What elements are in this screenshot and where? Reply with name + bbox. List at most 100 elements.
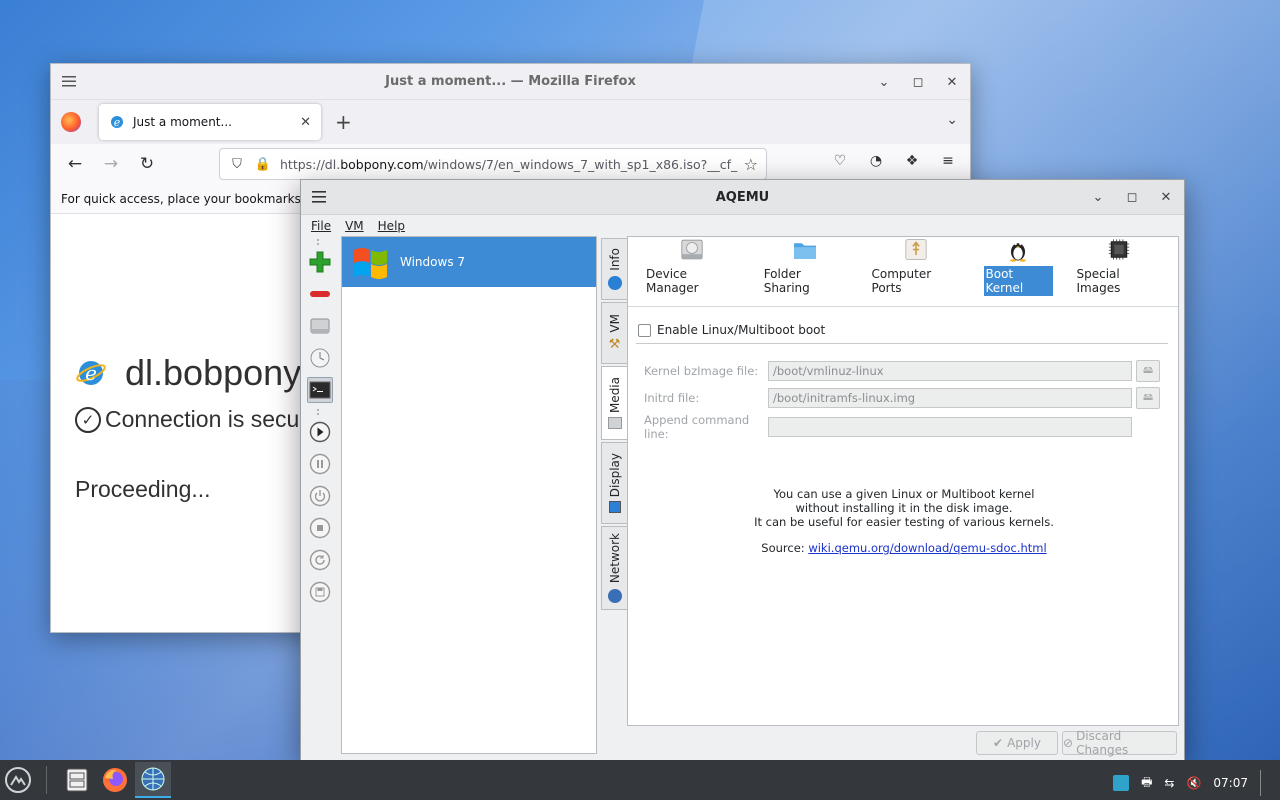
list-tabs-chevron-icon[interactable]: ⌄ (946, 112, 958, 128)
browser-tab[interactable]: e Just a moment... ✕ (99, 104, 321, 140)
tab-media[interactable]: Media (601, 366, 628, 440)
taskbar-aqemu[interactable] (135, 762, 171, 798)
snapshot-button[interactable] (307, 345, 333, 371)
vm-settings-button[interactable] (307, 313, 333, 339)
account-icon[interactable]: ◔ (865, 150, 887, 172)
bookmark-star-icon[interactable]: ☆ (744, 155, 758, 174)
menu-vm[interactable]: VM (345, 219, 364, 233)
discard-changes-button[interactable]: ⊘ Discard Changes (1062, 729, 1177, 757)
tab-display[interactable]: Display (601, 442, 627, 524)
start-vm-button[interactable] (307, 419, 333, 445)
list-item[interactable]: Windows 7 (342, 237, 596, 287)
vm-list[interactable]: Windows 7 (341, 236, 597, 754)
vm-toolbar (305, 237, 335, 611)
back-icon[interactable]: ← (61, 150, 89, 178)
power-icon (309, 485, 331, 507)
menu-help[interactable]: Help (378, 219, 405, 233)
tab-info[interactable]: Info (601, 238, 627, 300)
category-device-manager[interactable]: Device Manager (636, 237, 748, 306)
firefox-view-icon[interactable] (61, 112, 81, 132)
menu-file[interactable]: File (311, 219, 331, 233)
forward-icon[interactable]: → (97, 150, 125, 178)
kernel-path-input[interactable]: /boot/vmlinuz-linux (768, 361, 1132, 381)
chip-icon (1109, 239, 1130, 260)
tab-label: Info (607, 247, 622, 271)
tools-icon: ⚒ (608, 336, 621, 352)
tab-vm[interactable]: VM ⚒ (601, 302, 627, 364)
usb-icon (904, 238, 927, 261)
window-title: AQEMU (715, 189, 770, 205)
tab-network[interactable]: Network (601, 526, 627, 610)
tux-penguin-icon (1010, 242, 1026, 262)
minimize-icon[interactable]: ⌄ (874, 72, 894, 92)
enable-multiboot-checkbox[interactable] (638, 323, 651, 337)
pause-vm-button[interactable] (307, 451, 333, 477)
close-icon[interactable]: ✕ (1156, 187, 1176, 207)
reload-icon[interactable]: ↻ (133, 150, 161, 178)
svg-text:e: e (85, 361, 97, 385)
app-menu-icon[interactable]: ≡ (937, 150, 959, 172)
maximize-icon[interactable]: ◻ (1122, 187, 1142, 207)
show-desktop-button[interactable] (1260, 770, 1270, 796)
close-icon[interactable]: ✕ (942, 72, 962, 92)
taskbar-firefox[interactable] (97, 762, 133, 798)
shield-icon[interactable]: ⛉ (228, 157, 246, 172)
apply-button[interactable]: ✔ Apply (976, 731, 1058, 755)
stop-vm-button[interactable] (307, 515, 333, 541)
url-text[interactable]: https://dl.bobpony.com/windows/7/en_wind… (280, 157, 738, 172)
system-tray: 🖶 ⇆ 🔇 07:07 (1113, 770, 1270, 796)
maximize-icon[interactable]: ◻ (908, 72, 928, 92)
new-tab-icon[interactable]: + (335, 110, 352, 134)
reset-vm-button[interactable] (307, 547, 333, 573)
taskbar-separator (46, 766, 47, 794)
window-menu-icon[interactable] (61, 73, 77, 89)
application-launcher-button[interactable] (0, 762, 36, 798)
aqemu-window: AQEMU ⌄ ◻ ✕ File VM Help Windows 7 Info … (300, 179, 1185, 761)
toolbar-grip[interactable] (317, 239, 321, 245)
vm-name: Windows 7 (400, 255, 466, 269)
kernel-browse-button[interactable]: 🖴 (1136, 360, 1160, 382)
lock-icon[interactable]: 🔒 (254, 157, 272, 172)
category-computer-ports[interactable]: Computer Ports (862, 237, 970, 306)
boot-kernel-panel: Device Manager Folder Sharing Computer P… (627, 236, 1179, 726)
category-folder-sharing[interactable]: Folder Sharing (754, 237, 856, 306)
enable-multiboot-row: Enable Linux/Multiboot boot (638, 323, 825, 337)
extensions-icon[interactable]: ❖ (901, 150, 923, 172)
enable-multiboot-label[interactable]: Enable Linux/Multiboot boot (657, 323, 825, 337)
minimize-icon[interactable]: ⌄ (1088, 187, 1108, 207)
source-label: Source: (761, 541, 805, 555)
terminal-button[interactable] (307, 377, 333, 403)
save-vm-button[interactable] (307, 579, 333, 605)
harddisk-icon (681, 239, 703, 260)
tab-close-icon[interactable]: ✕ (300, 115, 311, 130)
clock-icon (310, 348, 330, 368)
vpn-icon[interactable] (1113, 775, 1130, 791)
clock[interactable]: 07:07 (1213, 776, 1248, 790)
remove-vm-button[interactable] (307, 281, 333, 307)
initrd-browse-button[interactable]: 🖴 (1136, 387, 1160, 409)
category-label: Boot Kernel (983, 266, 1053, 296)
network-icon[interactable]: ⇆ (1164, 776, 1174, 790)
info-line: It can be useful for easier testing of v… (754, 515, 1054, 529)
source-link[interactable]: wiki.qemu.org/download/qemu-sdoc.html (808, 541, 1046, 555)
category-boot-kernel[interactable]: Boot Kernel (976, 237, 1061, 306)
discard-label: Discard Changes (1076, 729, 1129, 757)
toolbar-grip[interactable] (317, 409, 321, 415)
initrd-path-input[interactable]: /boot/initramfs-linux.img (768, 388, 1132, 408)
append-cmdline-input[interactable] (768, 417, 1132, 437)
source-line: Source: wiki.qemu.org/download/qemu-sdoc… (628, 541, 1180, 555)
reset-icon (309, 549, 331, 571)
pocket-icon[interactable]: ♡ (829, 150, 851, 172)
network-globe-icon (607, 589, 622, 604)
volume-muted-icon[interactable]: 🔇 (1186, 776, 1201, 790)
pause-icon (309, 453, 331, 475)
add-vm-button[interactable] (307, 249, 333, 275)
category-label: Folder Sharing (763, 267, 810, 295)
window-menu-icon[interactable] (311, 190, 327, 204)
power-off-button[interactable] (307, 483, 333, 509)
apply-label: Apply (1007, 736, 1041, 750)
printer-icon[interactable]: 🖶 (1141, 773, 1152, 794)
url-bar[interactable]: ⛉ 🔒 https://dl.bobpony.com/windows/7/en_… (219, 148, 767, 180)
taskbar-file-manager[interactable] (59, 762, 95, 798)
category-special-images[interactable]: Special Images (1067, 237, 1173, 306)
